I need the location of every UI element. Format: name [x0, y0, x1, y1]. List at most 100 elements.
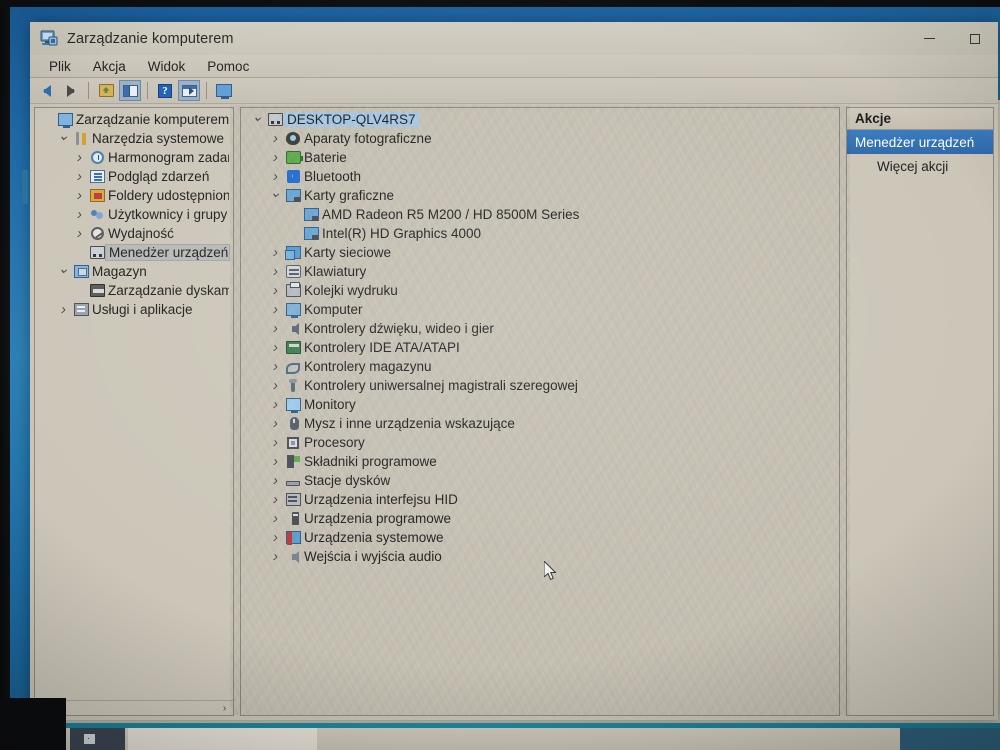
chevron-right-icon[interactable] [267, 472, 284, 489]
print-queue-icon [284, 282, 302, 297]
chevron-right-icon[interactable] [267, 453, 284, 470]
console-tree-node[interactable]: Harmonogram zadań [35, 148, 233, 167]
console-tree-node[interactable]: Foldery udostępnione [35, 186, 233, 205]
chevron-right-icon[interactable] [267, 282, 284, 299]
menu-action[interactable]: Akcja [82, 57, 137, 76]
device-tree-node[interactable]: Kontrolery IDE ATA/ATAPI [241, 338, 839, 357]
action-more-actions[interactable]: Więcej akcji [847, 154, 993, 178]
chevron-down-icon[interactable] [267, 187, 284, 204]
device-tree-node[interactable]: Klawiatury [241, 262, 839, 281]
chevron-right-icon[interactable] [71, 149, 88, 166]
chevron-right-icon[interactable] [71, 168, 88, 185]
chevron-right-icon[interactable] [267, 510, 284, 527]
chevron-right-icon[interactable] [267, 168, 284, 185]
chevron-right-icon[interactable] [267, 396, 284, 413]
chevron-right-icon[interactable] [267, 491, 284, 508]
device-tree-label: DESKTOP-QLV4RS7 [284, 112, 419, 127]
chevron-down-icon[interactable] [55, 130, 72, 147]
device-tree-node[interactable]: AMD Radeon R5 M200 / HD 8500M Series [241, 205, 839, 224]
hscroll-track[interactable] [50, 703, 218, 714]
start-button[interactable] [70, 728, 125, 750]
console-tree-node[interactable]: Magazyn [35, 262, 233, 281]
console-tree-label: Foldery udostępnione [108, 188, 229, 203]
device-tree-label: Urządzenia interfejsu HID [304, 492, 458, 507]
chevron-right-icon[interactable] [267, 320, 284, 337]
device-tree-node[interactable]: Bluetooth [241, 167, 839, 186]
photo-top-bezel [0, 0, 1000, 7]
device-tree-label: AMD Radeon R5 M200 / HD 8500M Series [322, 207, 580, 222]
chevron-right-icon[interactable] [71, 225, 88, 242]
device-tree-node[interactable]: Intel(R) HD Graphics 4000 [241, 224, 839, 243]
menu-view[interactable]: Widok [137, 57, 197, 76]
menu-file[interactable]: Plik [38, 57, 82, 76]
help-button[interactable]: ? [154, 80, 176, 101]
chevron-right-icon[interactable] [71, 187, 88, 204]
device-tree-node[interactable]: Procesory [241, 433, 839, 452]
device-tree-node[interactable]: Stacje dysków [241, 471, 839, 490]
chevron-right-icon[interactable] [267, 415, 284, 432]
chevron-right-icon[interactable] [267, 130, 284, 147]
scroll-right-icon[interactable]: › [218, 703, 231, 714]
device-tree-node[interactable]: Komputer [241, 300, 839, 319]
console-tree-label: Wydajność [108, 226, 174, 241]
console-tree-node[interactable]: Zarządzanie dyskami [35, 281, 233, 300]
scan-hardware-button[interactable] [213, 80, 235, 101]
device-tree-node[interactable]: Kontrolery dźwięku, wideo i gier [241, 319, 839, 338]
device-tree-node[interactable]: Wejścia i wyjścia audio [241, 547, 839, 566]
actions-selected-node[interactable]: Menedżer urządzeń [847, 130, 993, 154]
device-tree-node[interactable]: Karty graficzne [241, 186, 839, 205]
device-tree-node[interactable]: Urządzenia interfejsu HID [241, 490, 839, 509]
system-tools-icon [72, 132, 90, 145]
chevron-right-icon[interactable] [267, 263, 284, 280]
console-tree-node[interactable]: Użytkownicy i grupy lok [35, 205, 233, 224]
up-one-level-button[interactable] [95, 80, 117, 101]
device-tree-node[interactable]: Monitory [241, 395, 839, 414]
chevron-right-icon[interactable] [267, 434, 284, 451]
console-tree[interactable]: Zarządzanie komputerem (loka Narzędzia sy… [35, 108, 233, 700]
chevron-down-icon[interactable] [249, 111, 266, 128]
chevron-down-icon[interactable] [55, 263, 72, 280]
device-tree-node[interactable]: Składniki programowe [241, 452, 839, 471]
chevron-right-icon[interactable] [267, 548, 284, 565]
device-tree-node[interactable]: Mysz i inne urządzenia wskazujące [241, 414, 839, 433]
device-tree-node[interactable]: Kolejki wydruku [241, 281, 839, 300]
console-tree-node[interactable]: Wydajność [35, 224, 233, 243]
system-tray[interactable] [900, 728, 1000, 750]
chevron-right-icon[interactable] [55, 301, 72, 318]
chevron-right-icon[interactable] [267, 301, 284, 318]
device-tree-node[interactable]: Baterie [241, 148, 839, 167]
chevron-right-icon[interactable] [267, 377, 284, 394]
chevron-right-icon[interactable] [267, 358, 284, 375]
chevron-right-icon[interactable] [71, 206, 88, 223]
back-button[interactable] [36, 80, 58, 101]
device-tree-node[interactable]: Urządzenia programowe [241, 509, 839, 528]
device-tree-node[interactable]: Urządzenia systemowe [241, 528, 839, 547]
device-tree-node[interactable]: Aparaty fotograficzne [241, 129, 839, 148]
taskbar-search-box[interactable] [127, 728, 317, 750]
device-tree[interactable]: DESKTOP-QLV4RS7 Aparaty fotograficzne Bate… [241, 108, 839, 715]
minimize-button[interactable] [906, 22, 952, 55]
console-tree-node[interactable]: Narzędzia systemowe [35, 129, 233, 148]
chevron-right-icon[interactable] [267, 149, 284, 166]
device-tree-node[interactable]: Kontrolery magazynu [241, 357, 839, 376]
show-hide-console-tree-button[interactable] [119, 80, 141, 101]
chevron-right-icon[interactable] [267, 244, 284, 261]
device-tree-node[interactable]: DESKTOP-QLV4RS7 [241, 110, 839, 129]
device-tree-node[interactable]: Karty sieciowe [241, 243, 839, 262]
device-tree-label: Stacje dysków [304, 473, 391, 488]
console-tree-node[interactable]: Podgląd zdarzeń [35, 167, 233, 186]
forward-button[interactable] [60, 80, 82, 101]
properties-button[interactable] [178, 80, 200, 101]
device-tree-label: Monitory [304, 397, 356, 412]
device-tree-label: Kontrolery dźwięku, wideo i gier [304, 321, 494, 336]
menu-help[interactable]: Pomoc [196, 57, 260, 76]
device-tree-node[interactable]: Kontrolery uniwersalnej magistrali szere… [241, 376, 839, 395]
maximize-button[interactable] [952, 22, 998, 55]
properties-icon [181, 84, 197, 97]
bluetooth-icon [284, 170, 302, 183]
device-tree-label: Kontrolery uniwersalnej magistrali szere… [304, 378, 578, 393]
chevron-right-icon[interactable] [267, 529, 284, 546]
chevron-right-icon[interactable] [267, 339, 284, 356]
maximize-icon [970, 33, 980, 44]
console-tree-node[interactable]: Usługi i aplikacje [35, 300, 233, 319]
